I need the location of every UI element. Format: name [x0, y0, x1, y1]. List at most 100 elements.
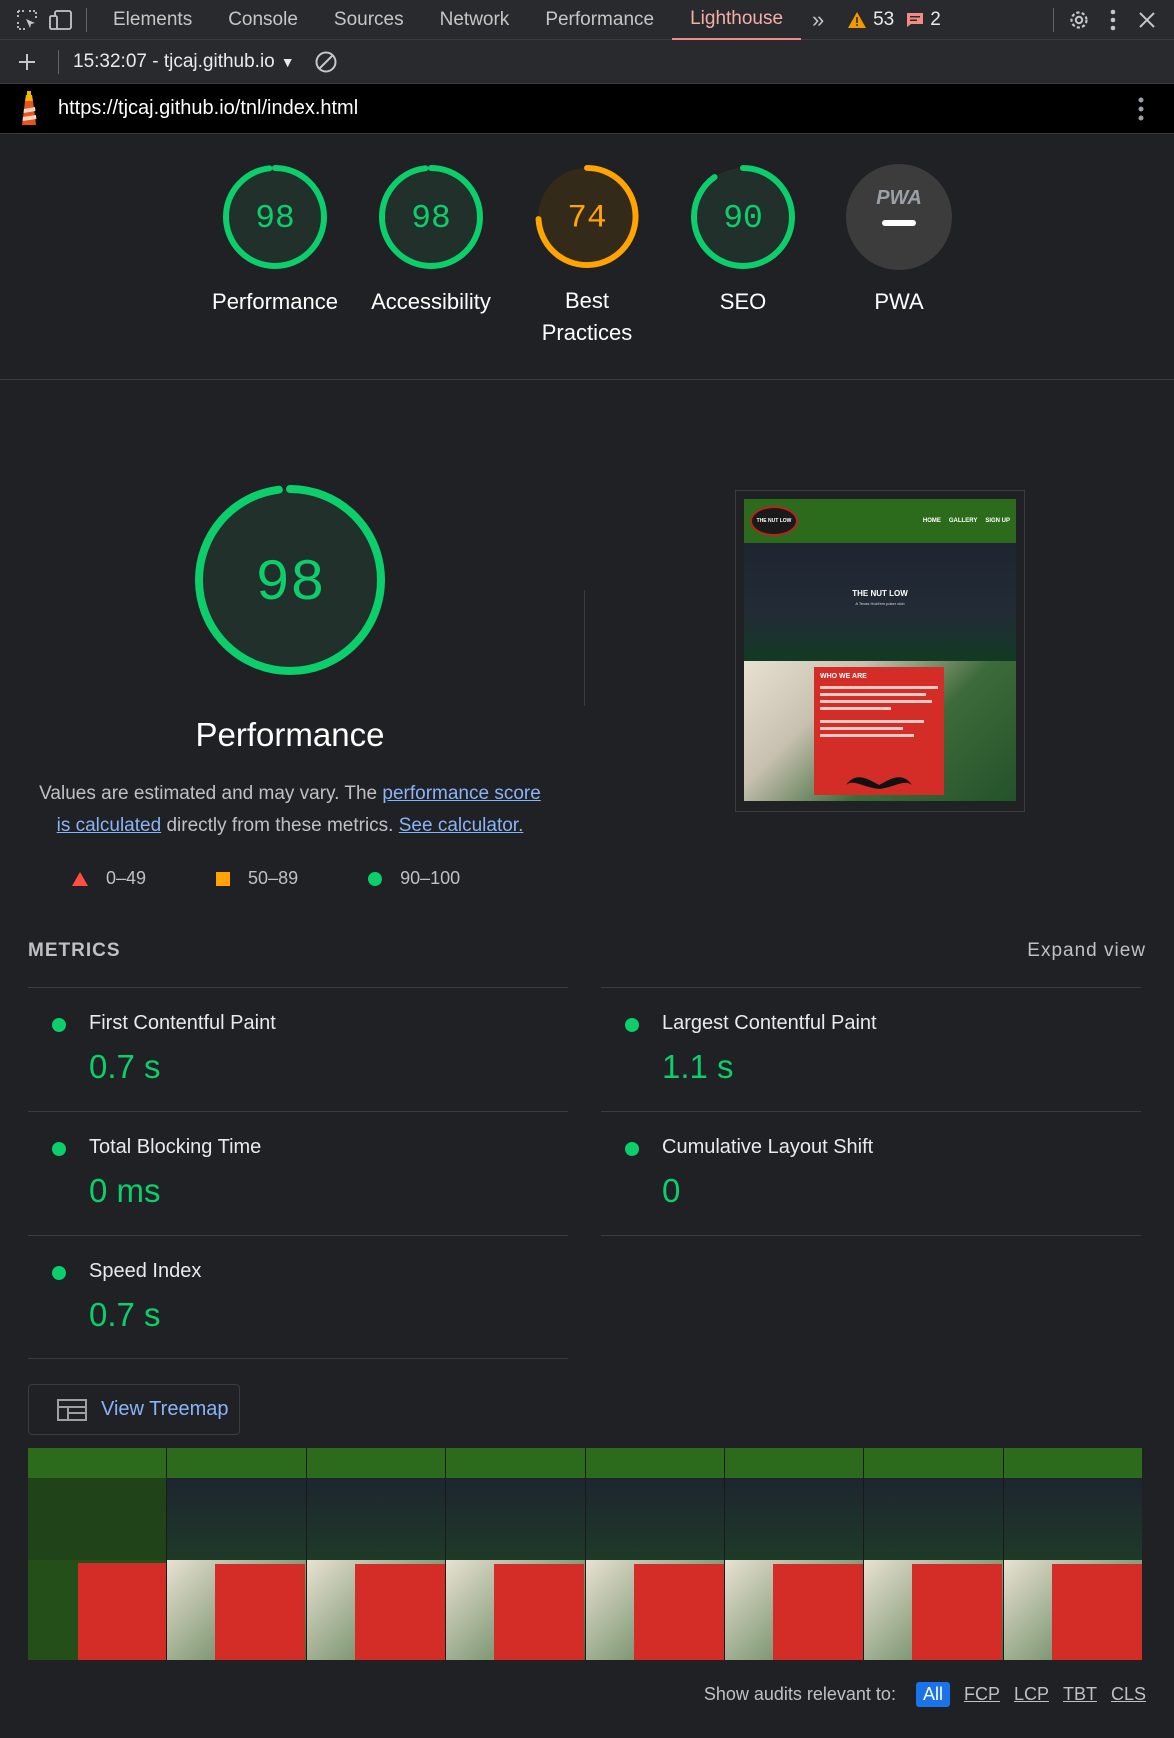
site-about-card: WHO WE ARE: [814, 667, 944, 795]
view-treemap-button[interactable]: View Treemap: [28, 1384, 240, 1435]
report-menu-kebab-icon[interactable]: [1124, 92, 1158, 126]
pass-dot-icon: [52, 1142, 66, 1156]
gauge-label: SEO: [719, 289, 767, 314]
gauge-ring: 98: [223, 165, 327, 269]
report-url-bar: https://tjcaj.github.io/tnl/index.html: [0, 84, 1174, 134]
gauge-label: Performance: [212, 289, 338, 314]
filter-tbt[interactable]: TBT: [1063, 1684, 1097, 1705]
gauge-score: 98: [255, 200, 295, 237]
red-triangle-icon: [72, 871, 88, 886]
site-hero-title: THE NUT LOW: [852, 589, 908, 598]
site-header: THE NUT LOW HOME GALLERY SIGN UP: [744, 499, 1016, 543]
filter-cls[interactable]: CLS: [1111, 1684, 1146, 1705]
filter-label: Show audits relevant to:: [703, 1684, 896, 1704]
see-calculator-link[interactable]: See calculator.: [399, 815, 524, 836]
warnings-badge[interactable]: 53: [847, 9, 894, 31]
metric-value: 1.1 s: [662, 1048, 734, 1085]
tab-performance[interactable]: Performance: [527, 0, 672, 40]
green-circle-icon: [368, 871, 383, 886]
gauge-label: Accessibility: [371, 289, 491, 314]
pass-dot-icon: [52, 1018, 66, 1032]
pass-dot-icon: [52, 1266, 66, 1280]
expand-view-toggle[interactable]: Expand view: [1027, 940, 1146, 962]
settings-gear-icon[interactable]: [1062, 3, 1096, 37]
metric-cumulative-layout-shift[interactable]: Cumulative Layout Shift 0: [601, 1111, 1141, 1235]
final-screenshot[interactable]: THE NUT LOW HOME GALLERY SIGN UP THE NUT…: [735, 490, 1025, 812]
filter-lcp[interactable]: LCP: [1014, 1684, 1049, 1705]
site-about-title: WHO WE ARE: [820, 673, 867, 680]
divider: [86, 7, 87, 32]
gauge-score: 74: [567, 199, 606, 236]
messages-badge[interactable]: 2: [906, 9, 941, 31]
filmstrip: [28, 1448, 1142, 1660]
inspect-element-icon[interactable]: [10, 3, 44, 37]
filmstrip-frame: [724, 1448, 865, 1660]
gauge-ring: 74: [535, 164, 639, 269]
audit-filter-bar: Show audits relevant to: All FCP LCP TBT…: [704, 1682, 1146, 1707]
chevron-down-icon: ▼: [280, 53, 295, 70]
message-icon: [907, 12, 924, 27]
more-tabs-icon[interactable]: »: [801, 3, 835, 37]
lighthouse-logo-icon: [22, 90, 37, 125]
metric-name: First Contentful Paint: [89, 1012, 276, 1034]
pass-dot-icon: [625, 1018, 639, 1032]
devtools-tabbar: Elements Console Sources Network Perform…: [0, 0, 1174, 40]
tab-network[interactable]: Network: [422, 0, 528, 40]
gauge-pwa[interactable]: PWA PWA: [834, 162, 964, 349]
gauge-performance[interactable]: 98 Performance: [210, 162, 340, 349]
site-hero: THE NUT LOW A Texas Hold'em poker club: [744, 543, 1016, 661]
filmstrip-frame: [585, 1448, 725, 1660]
performance-section: 98 Performance Values are estimated and …: [0, 380, 1174, 1738]
score-legend: 0–49 50–89 90–100: [72, 868, 460, 889]
clear-block-icon[interactable]: [309, 45, 343, 79]
device-toolbar-icon[interactable]: [44, 3, 78, 37]
filter-fcp[interactable]: FCP: [964, 1684, 1000, 1705]
site-logo: THE NUT LOW: [750, 506, 798, 536]
metric-largest-contentful-paint[interactable]: Largest Contentful Paint 1.1 s: [601, 987, 1141, 1111]
metrics-heading: METRICS: [28, 940, 121, 961]
kebab-menu-icon[interactable]: [1096, 3, 1130, 37]
metric-value: 0.7 s: [89, 1048, 161, 1085]
divider: [58, 49, 59, 74]
gauge-seo[interactable]: 90 SEO: [678, 162, 808, 349]
pwa-badge-icon: PWA: [846, 164, 952, 270]
legend-average: 50–89: [216, 868, 298, 889]
treemap-icon: [57, 1398, 87, 1421]
gauge-label: PWA: [874, 289, 924, 314]
pwa-badge-text: PWA: [876, 187, 922, 209]
metric-total-blocking-time[interactable]: Total Blocking Time 0 ms: [28, 1111, 568, 1235]
pass-dot-icon: [625, 1142, 639, 1156]
gauge-accessibility[interactable]: 98 Accessibility: [366, 162, 496, 349]
tab-console[interactable]: Console: [210, 0, 316, 40]
metrics-header: METRICS Expand view: [28, 940, 1146, 962]
tab-lighthouse[interactable]: Lighthouse: [672, 0, 802, 40]
legend-fail: 0–49: [72, 868, 146, 889]
site-about: WHO WE ARE: [744, 661, 1016, 801]
report-url[interactable]: https://tjcaj.github.io/tnl/index.html: [58, 97, 358, 120]
report-selector[interactable]: 15:32:07 - tjcaj.github.io ▼: [73, 51, 295, 73]
messages-count: 2: [930, 8, 941, 30]
warnings-count: 53: [873, 8, 895, 30]
gauge-best-practices[interactable]: 74 Best Practices: [522, 162, 652, 349]
gauge-score: 90: [723, 200, 763, 237]
performance-big-gauge: 98: [195, 485, 385, 675]
filmstrip-frame: [306, 1448, 447, 1660]
metric-name: Speed Index: [89, 1260, 202, 1282]
site-hero-subtitle: A Texas Hold'em poker club: [855, 601, 905, 606]
site-preview: THE NUT LOW HOME GALLERY SIGN UP THE NUT…: [744, 499, 1016, 801]
metric-first-contentful-paint[interactable]: First Contentful Paint 0.7 s: [28, 987, 568, 1111]
warning-icon: [848, 11, 867, 28]
filmstrip-frame: [167, 1448, 307, 1660]
report-selector-label: 15:32:07 - tjcaj.github.io: [73, 50, 275, 72]
divider: [601, 1235, 1141, 1236]
divider: [1053, 7, 1054, 32]
tab-elements[interactable]: Elements: [95, 0, 210, 40]
metric-speed-index[interactable]: Speed Index 0.7 s: [28, 1235, 568, 1359]
new-report-plus-icon[interactable]: [10, 45, 44, 79]
gauge-ring: 98: [379, 165, 483, 269]
gauge-label: Best Practices: [541, 288, 633, 345]
filter-all[interactable]: All: [915, 1682, 950, 1707]
close-icon[interactable]: [1130, 3, 1164, 37]
metric-value: 0 ms: [89, 1172, 161, 1209]
tab-sources[interactable]: Sources: [316, 0, 422, 40]
